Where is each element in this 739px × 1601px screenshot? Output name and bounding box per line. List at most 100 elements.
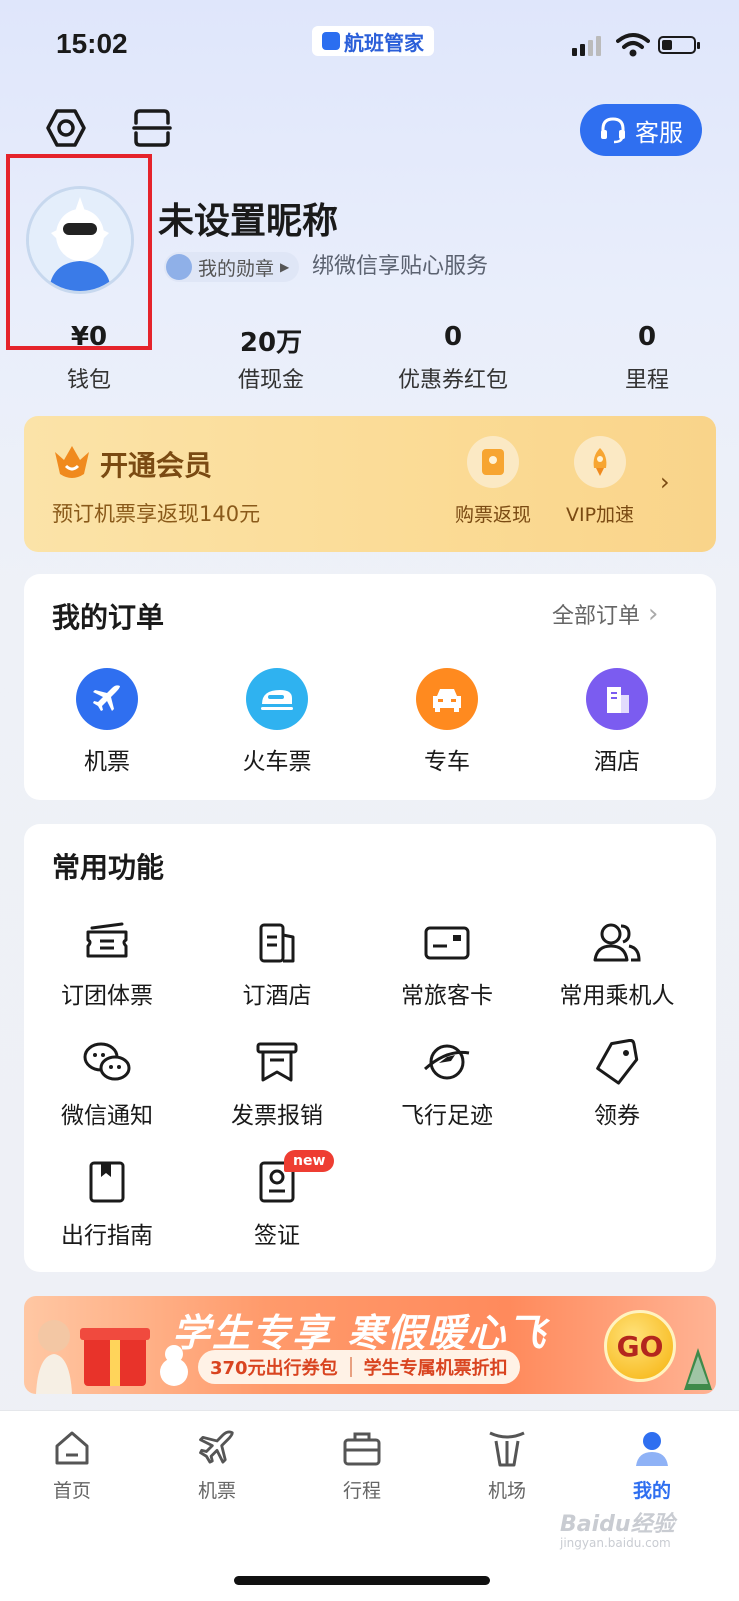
function-label: 出行指南	[61, 1223, 153, 1249]
plane-icon	[76, 668, 138, 730]
profile-icon	[602, 1426, 702, 1470]
headset-icon	[601, 117, 625, 144]
invoice-icon	[202, 1036, 352, 1088]
function-frequent-flyer[interactable]: 常旅客卡	[372, 916, 522, 1010]
order-flights[interactable]: 机票	[32, 668, 182, 776]
stat-label: 借现金	[237, 368, 304, 393]
all-orders-label: 全部订单	[552, 604, 641, 629]
tab-itinerary[interactable]: 行程	[312, 1426, 412, 1503]
medal-badge[interactable]: 我的勋章 ▶	[164, 252, 300, 282]
stat-value: 0	[637, 322, 657, 352]
orders-title: 我的订单	[52, 601, 165, 634]
hotel-booking-icon	[202, 916, 352, 968]
stat-value: ¥0	[70, 322, 108, 352]
promo-title: 学生专享 寒假暖心飞	[172, 1311, 548, 1355]
functions-title: 常用功能	[52, 851, 165, 884]
app-badge-label: 航班管家	[344, 30, 424, 55]
tab-label: 机场	[487, 1480, 526, 1502]
tab-label: 首页	[52, 1480, 91, 1502]
highlight-annotation-box	[6, 154, 152, 350]
car-icon	[416, 668, 478, 730]
all-orders-link[interactable]: 全部订单 ›	[552, 598, 658, 630]
function-coupon[interactable]: 领券	[542, 1036, 692, 1130]
chevron-right-icon[interactable]: ›	[660, 468, 670, 496]
function-label: 常用乘机人	[559, 983, 675, 1009]
hotel-icon	[586, 668, 648, 730]
promo-pill: 370元出行券包 学生专属机票折扣	[198, 1350, 520, 1384]
function-flight-footprint[interactable]: 飞行足迹	[372, 1036, 522, 1130]
watermark-subtext: jingyan.baidu.com	[560, 1536, 671, 1550]
itinerary-icon	[312, 1426, 412, 1470]
wechat-icon	[32, 1036, 182, 1088]
passengers-icon	[542, 916, 692, 968]
function-label: 发票报销	[231, 1103, 323, 1129]
frequent-flyer-card-icon	[372, 916, 522, 968]
wifi-icon	[616, 33, 650, 57]
function-travel-guide[interactable]: 出行指南	[32, 1156, 182, 1250]
order-hotels[interactable]: 酒店	[542, 668, 692, 776]
tab-profile[interactable]: 我的	[602, 1426, 702, 1503]
new-badge: new	[284, 1150, 335, 1172]
guide-icon	[32, 1156, 182, 1208]
stat-wallet[interactable]: ¥0 钱包	[14, 322, 164, 394]
order-label: 火车票	[242, 749, 312, 775]
airport-icon	[457, 1426, 557, 1470]
promo-pill-left: 370元出行券包	[210, 1358, 338, 1379]
tab-label: 我的	[632, 1480, 671, 1502]
function-wechat-notify[interactable]: 微信通知	[32, 1036, 182, 1130]
red-packet-icon	[467, 436, 519, 488]
function-hotel-booking[interactable]: 订酒店	[202, 916, 352, 1010]
function-label: 订酒店	[242, 983, 312, 1009]
wechat-bind-hint[interactable]: 绑微信享贴心服务	[312, 252, 488, 282]
vip-subtitle: 预订机票享返现140元	[52, 502, 261, 526]
app-logo-icon	[322, 32, 340, 50]
go-button[interactable]: GO	[604, 1310, 676, 1382]
chevron-right-icon: ›	[648, 599, 659, 629]
function-passengers[interactable]: 常用乘机人	[542, 916, 692, 1010]
settings-button[interactable]	[44, 106, 88, 150]
stat-coupons[interactable]: 0 优惠券红包	[378, 322, 528, 394]
vip-perk-label: 购票返现	[454, 504, 531, 526]
order-label: 专车	[424, 749, 470, 775]
order-car[interactable]: 专车	[372, 668, 522, 776]
vip-perk-cashback[interactable]	[467, 436, 519, 488]
status-time: 15:02	[56, 28, 128, 59]
stat-cash-loan[interactable]: 20万 借现金	[196, 322, 346, 394]
app-badge: 航班管家	[312, 26, 434, 56]
function-label: 微信通知	[61, 1103, 153, 1129]
home-icon	[22, 1426, 122, 1470]
function-invoice[interactable]: 发票报销	[202, 1036, 352, 1130]
tab-label: 行程	[342, 1480, 381, 1502]
scan-icon	[132, 109, 172, 147]
stat-value: 20万	[239, 328, 303, 358]
function-label: 签证	[254, 1223, 300, 1249]
function-group-ticket[interactable]: 订团体票	[32, 916, 182, 1010]
order-trains[interactable]: 火车票	[202, 668, 352, 776]
coupon-icon	[542, 1036, 692, 1088]
order-label: 机票	[84, 749, 130, 775]
function-visa[interactable]: 签证	[202, 1156, 352, 1250]
medal-icon	[166, 254, 192, 280]
medal-label: 我的勋章	[198, 257, 275, 280]
customer-service-button[interactable]: 客服	[580, 104, 702, 156]
nickname[interactable]: 未设置昵称	[158, 192, 338, 244]
tab-home[interactable]: 首页	[22, 1426, 122, 1503]
customer-service-label: 客服	[635, 118, 683, 147]
scan-button[interactable]	[130, 106, 174, 150]
triangle-right-icon: ▶	[280, 260, 290, 274]
vip-perk-speedup[interactable]	[574, 436, 626, 488]
tree-icon	[684, 1348, 712, 1390]
tab-airport[interactable]: 机场	[457, 1426, 557, 1503]
gear-icon	[46, 109, 86, 147]
promo-pill-right: 学生专属机票折扣	[363, 1358, 508, 1379]
cellular-signal-icon	[572, 36, 601, 56]
tab-label: 机票	[197, 1480, 236, 1502]
rocket-icon	[574, 436, 626, 488]
order-label: 酒店	[594, 749, 640, 775]
flight-footprint-icon	[372, 1036, 522, 1088]
stat-label: 里程	[624, 368, 669, 393]
tab-flights[interactable]: 机票	[167, 1426, 267, 1503]
function-label: 订团体票	[61, 983, 153, 1009]
home-indicator[interactable]	[234, 1576, 490, 1585]
stat-mileage[interactable]: 0 里程	[572, 322, 722, 394]
